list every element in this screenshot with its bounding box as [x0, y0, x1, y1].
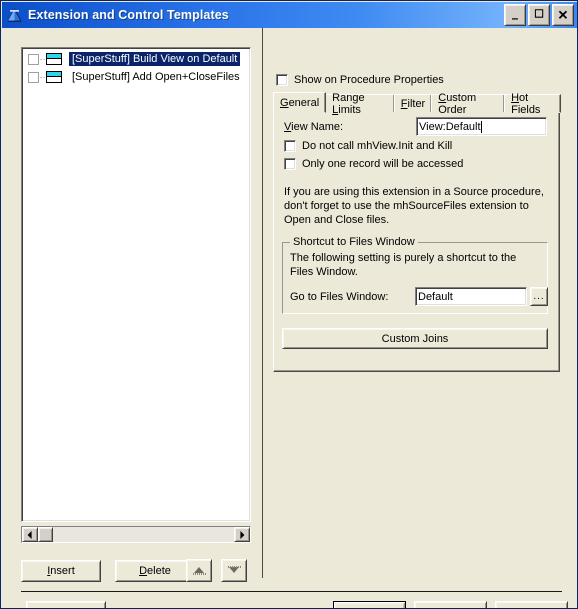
list-item[interactable]: ·· [SuperStuff] Add Open+CloseFiles: [22, 68, 250, 86]
checkbox-box-icon: [284, 140, 296, 152]
client-area: ·· [SuperStuff] Build View on Default ··…: [2, 28, 577, 608]
custom-joins-button[interactable]: Custom Joins: [282, 328, 548, 349]
tree-connector-icon: ··: [39, 71, 46, 82]
footer-divider: [21, 591, 562, 592]
do-not-call-mhview-label: Do not call mhView.Init and Kill: [302, 140, 453, 152]
properties-panel: Show on Procedure Properties General Ran…: [270, 28, 570, 588]
tab-filter[interactable]: Filter: [393, 94, 433, 113]
view-name-input[interactable]: View:Default: [416, 117, 547, 136]
expand-box-icon[interactable]: [28, 71, 39, 83]
arrow-up-icon: [192, 566, 206, 575]
group-note: The following setting is purely a shortc…: [290, 252, 517, 278]
tab-range-limits-label: Range Limits: [332, 91, 365, 116]
checkbox-box-icon: [276, 74, 288, 86]
group-title: Shortcut to Files Window: [290, 236, 418, 248]
only-one-record-label: Only one record will be accessed: [302, 158, 464, 170]
close-icon: ✕: [557, 7, 569, 23]
list-item[interactable]: ·· [SuperStuff] Build View on Default: [22, 50, 250, 68]
source-procedure-note: If you are using this extension in a Sou…: [284, 186, 544, 226]
tab-general[interactable]: General: [273, 92, 327, 113]
tab-filter-label: Filter: [400, 97, 426, 110]
template-list-items: ·· [SuperStuff] Build View on Default ··…: [22, 48, 250, 86]
insert-button-label: Insert: [47, 565, 75, 577]
list-item-label: [SuperStuff] Add Open+CloseFiles: [72, 71, 240, 83]
tab-custom-order-label: Custom Order: [438, 91, 477, 116]
insert-button[interactable]: Insert: [21, 560, 101, 582]
tab-hot-fields[interactable]: Hot Fields: [504, 91, 561, 116]
scroll-right-button[interactable]: [234, 527, 250, 542]
tab-hot-fields-label: Hot Fields: [511, 91, 541, 116]
template-list-hscrollbar[interactable]: [21, 526, 251, 543]
tree-connector-icon: ··: [39, 53, 46, 64]
expand-box-icon[interactable]: [28, 53, 39, 65]
move-down-button[interactable]: [221, 559, 247, 582]
minimize-button[interactable]: –: [504, 4, 526, 26]
scroll-left-button[interactable]: [22, 527, 38, 542]
go-to-files-window-input[interactable]: Default: [415, 287, 527, 306]
scroll-thumb[interactable]: [38, 527, 53, 542]
caret-right-icon: [240, 530, 245, 539]
window-template-icon: [46, 71, 62, 83]
template-list[interactable]: ·· [SuperStuff] Build View on Default ··…: [21, 47, 251, 522]
minimize-icon: –: [511, 10, 519, 25]
view-name-value: View:Default: [419, 120, 481, 133]
tab-range-limits[interactable]: Range Limits: [325, 91, 395, 116]
view-name-label: View Name:: [284, 121, 344, 133]
apply-button[interactable]: Apply: [495, 601, 568, 608]
arrow-down-icon: [227, 566, 241, 575]
titlebar: Extension and Control Templates – ☐ ✕: [2, 2, 577, 28]
close-button[interactable]: ✕: [552, 4, 574, 26]
help-button[interactable]: Help: [26, 601, 106, 608]
extension-and-control-templates-window: Extension and Control Templates – ☐ ✕ ··…: [0, 0, 578, 609]
scroll-track[interactable]: [38, 527, 234, 542]
pane-divider: [262, 28, 263, 578]
window-controls: – ☐ ✕: [504, 4, 576, 26]
do-not-call-mhview-checkbox[interactable]: Do not call mhView.Init and Kill: [284, 140, 452, 152]
ellipsis-icon: ...: [533, 291, 545, 302]
shortcut-to-files-window-group: Shortcut to Files Window The following s…: [282, 236, 548, 314]
custom-joins-label: Custom Joins: [381, 332, 449, 345]
maximize-icon: ☐: [534, 8, 544, 21]
go-to-files-window-label: Go to Files Window:: [290, 291, 389, 303]
tab-custom-order[interactable]: Custom Order: [431, 91, 506, 116]
show-on-procedure-properties-checkbox[interactable]: Show on Procedure Properties: [276, 74, 444, 86]
show-on-procedure-properties-label: Show on Procedure Properties: [294, 74, 444, 86]
go-to-files-window-browse-button[interactable]: ...: [530, 287, 548, 306]
only-one-record-checkbox[interactable]: Only one record will be accessed: [284, 158, 463, 170]
app-pyramid-icon: [6, 7, 23, 24]
go-to-files-window-value: Default: [418, 290, 453, 303]
tab-general-label: General: [280, 96, 320, 109]
caret-left-icon: [27, 530, 32, 539]
text-caret: [480, 120, 482, 133]
delete-button[interactable]: Delete: [115, 560, 195, 582]
checkbox-box-icon: [284, 158, 296, 170]
ok-button[interactable]: OK: [333, 601, 406, 608]
window-template-icon: [46, 53, 62, 65]
tab-strip: General Range Limits Filter Custom Order…: [273, 91, 561, 116]
window-title: Extension and Control Templates: [28, 8, 229, 22]
list-item-label: [SuperStuff] Build View on Default: [69, 52, 241, 66]
cancel-button[interactable]: Cancel: [414, 601, 487, 608]
maximize-button[interactable]: ☐: [528, 4, 550, 26]
delete-button-label: Delete: [139, 565, 171, 577]
move-up-button[interactable]: [186, 559, 212, 582]
